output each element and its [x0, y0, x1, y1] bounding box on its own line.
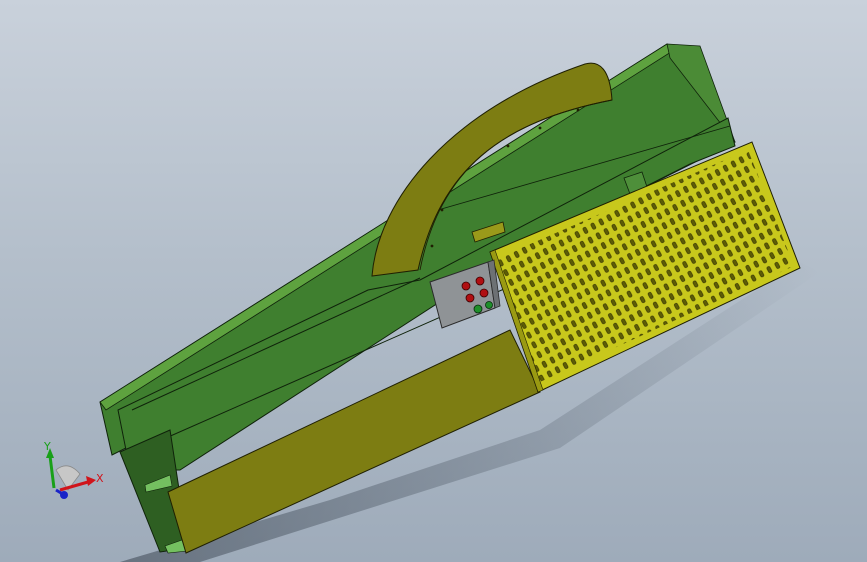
green-indicator-button[interactable]	[473, 304, 483, 314]
cad-viewport[interactable]: Y X	[0, 0, 867, 562]
x-axis-label: X	[96, 472, 104, 485]
hood-rivet	[576, 108, 580, 112]
hood-rivet	[430, 244, 434, 248]
hood-rivet	[506, 144, 510, 148]
triad-origin	[60, 491, 68, 499]
y-axis-arrow	[48, 455, 56, 489]
hood-rivet	[440, 208, 444, 212]
red-indicator-button[interactable]	[479, 288, 489, 298]
x-axis-arrowhead	[86, 476, 96, 486]
y-axis-label: Y	[43, 440, 51, 453]
red-indicator-button[interactable]	[465, 293, 475, 303]
red-indicator-button[interactable]	[461, 281, 471, 291]
red-indicator-button[interactable]	[475, 276, 485, 286]
green-indicator-button[interactable]	[485, 301, 493, 309]
3d-model-canvas[interactable]	[0, 0, 867, 562]
coordinate-triad: Y X	[43, 440, 104, 499]
hood-rivet	[538, 126, 542, 130]
